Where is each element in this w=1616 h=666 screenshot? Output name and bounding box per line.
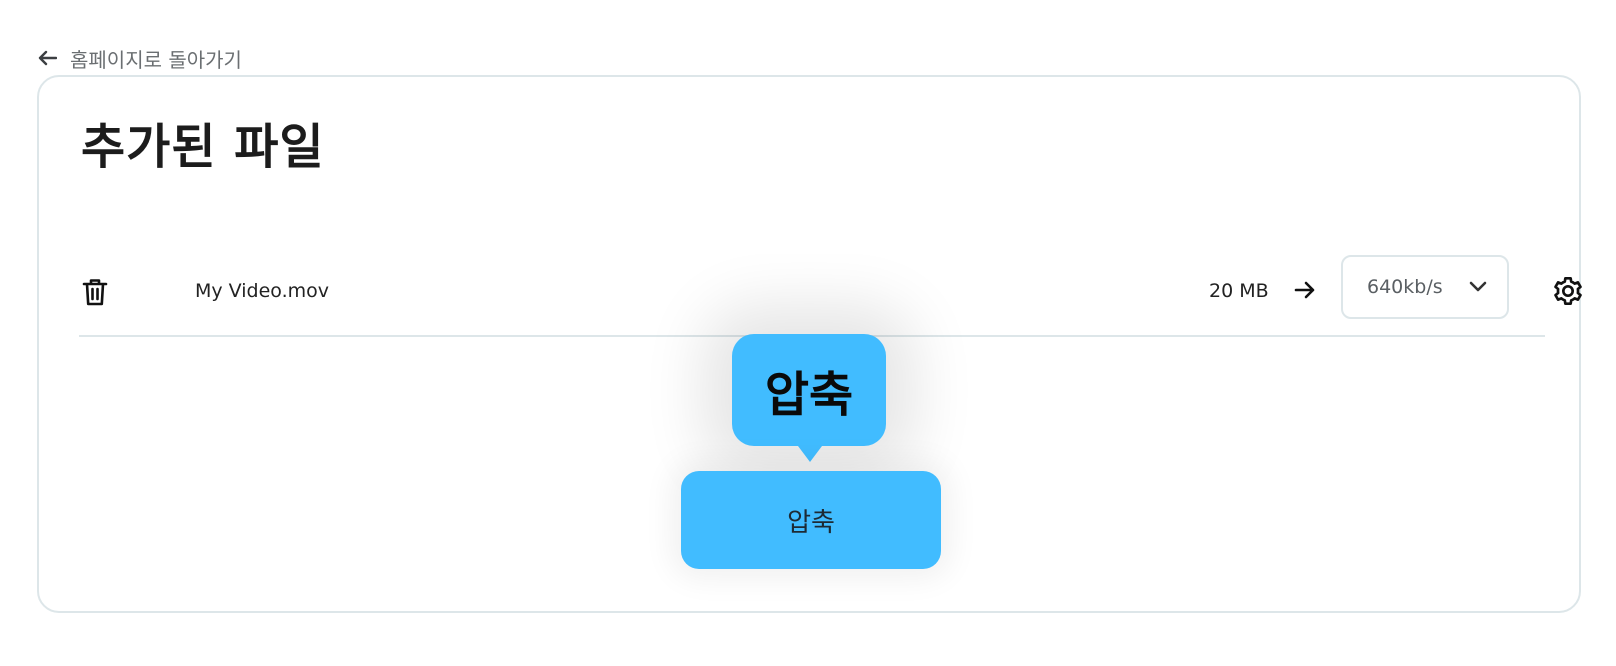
back-to-home-link[interactable]: 홈페이지로 돌아가기	[36, 44, 242, 72]
arrow-right-icon	[1294, 280, 1318, 304]
file-size: 20 MB	[1209, 280, 1269, 302]
bitrate-value: 640kb/s	[1367, 276, 1443, 298]
file-row: My Video.mov 20 MB 640kb/s	[79, 255, 1582, 337]
arrow-left-icon	[36, 47, 58, 69]
trash-icon[interactable]	[81, 277, 109, 307]
gear-icon[interactable]	[1552, 275, 1584, 307]
compress-tooltip: 압축	[732, 334, 886, 462]
page-title: 추가된 파일	[81, 119, 325, 175]
compress-button[interactable]: 압축	[681, 471, 941, 569]
chevron-down-icon	[1469, 278, 1487, 297]
bitrate-select[interactable]: 640kb/s	[1341, 255, 1509, 319]
file-name: My Video.mov	[195, 280, 329, 302]
back-link-label: 홈페이지로 돌아가기	[70, 47, 242, 72]
